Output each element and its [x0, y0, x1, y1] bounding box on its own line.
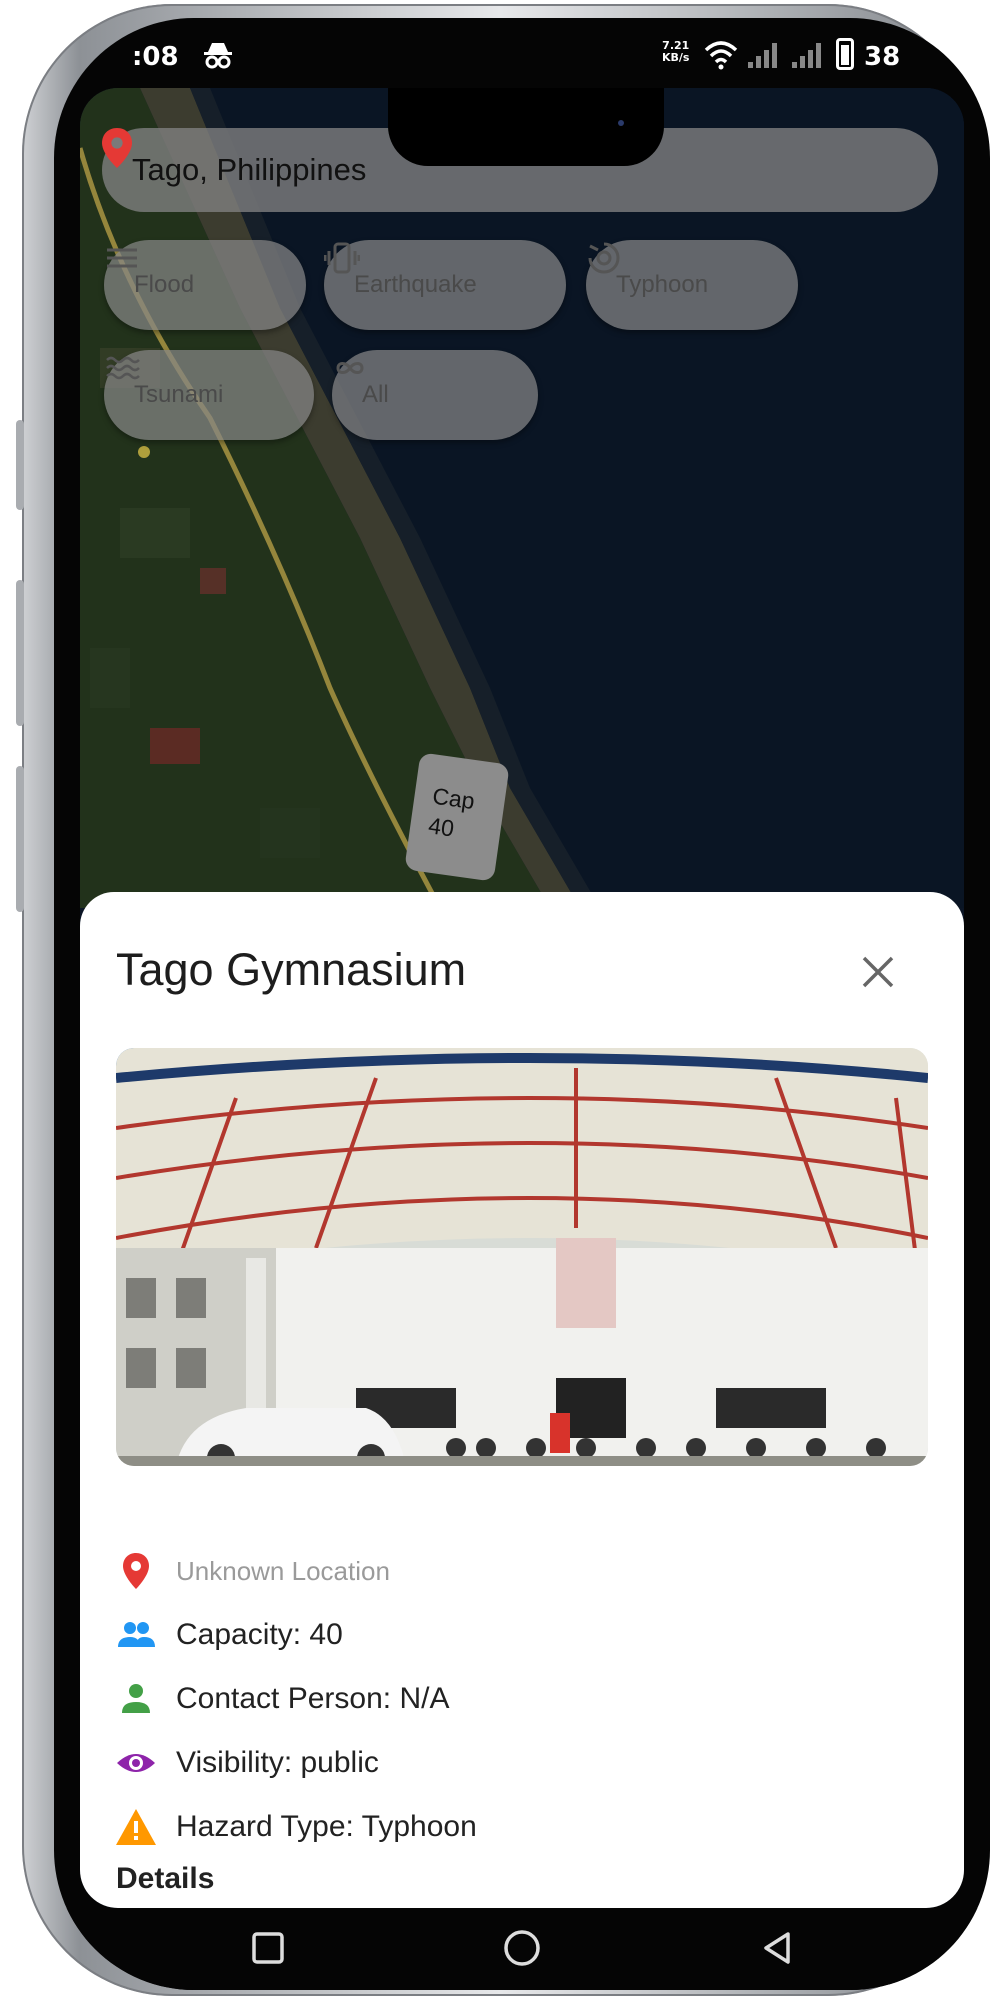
details-heading: Details — [116, 1862, 215, 1895]
capacity-text: Capacity: 40 — [176, 1618, 343, 1651]
satellite-map[interactable]: Tago, Philippines Flood Earthquake Typho… — [80, 88, 964, 908]
detail-visibility-row: Visibility: public — [114, 1738, 379, 1788]
filter-chip-typhoon[interactable]: Typhoon — [586, 240, 798, 330]
detail-capacity-row: Capacity: 40 — [114, 1610, 343, 1660]
signal-icon-2 — [792, 43, 821, 68]
location-detail-sheet: Tago Gymnasium Unknown Location Capacity… — [80, 892, 964, 1908]
close-icon[interactable] — [856, 950, 900, 994]
filter-chip-tsunami[interactable]: Tsunami — [104, 350, 314, 440]
recents-button-icon[interactable] — [246, 1926, 290, 1970]
location-pin-icon — [123, 1553, 149, 1589]
location-photo — [116, 1048, 928, 1466]
dynamic-island — [388, 88, 664, 166]
wifi-icon — [704, 41, 738, 70]
home-button-icon[interactable] — [500, 1926, 544, 1970]
volume-up-button — [16, 580, 24, 726]
contact-text: Contact Person: N/A — [176, 1682, 450, 1715]
eye-icon — [117, 1754, 155, 1772]
people-icon — [118, 1622, 155, 1647]
vibration-icon — [324, 242, 360, 274]
filter-chip-all[interactable]: All — [332, 350, 538, 440]
filter-chip-earthquake[interactable]: Earthquake — [324, 240, 566, 330]
app-screen: Tago, Philippines Flood Earthquake Typho… — [80, 88, 964, 1908]
person-icon — [122, 1684, 150, 1713]
action-button — [16, 420, 24, 510]
android-nav-bar — [54, 1908, 990, 1990]
hazard-text: Hazard Type: Typhoon — [176, 1810, 477, 1843]
status-time: :08 — [132, 42, 179, 72]
detail-hazard-row: Hazard Type: Typhoon — [114, 1802, 477, 1852]
visibility-text: Visibility: public — [176, 1746, 379, 1779]
phone-frame: :08 7.21 KB/s 38 Tago, Philippines Flood… — [16, 4, 990, 1996]
cyclone-icon — [588, 242, 620, 274]
filter-chip-label: Typhoon — [616, 271, 709, 298]
volume-down-button — [16, 766, 24, 912]
filter-chip-label: Flood — [134, 271, 195, 298]
filter-chip-label: Earthquake — [354, 271, 477, 298]
net-speed-unit: KB/s — [662, 51, 690, 64]
tsunami-icon — [106, 356, 140, 380]
incognito-icon — [204, 43, 232, 69]
gymnasium-photo — [116, 1048, 928, 1466]
location-pin-icon — [102, 128, 132, 168]
detail-contact-row: Contact Person: N/A — [114, 1674, 449, 1724]
net-speed: 7.21 KB/s — [662, 40, 689, 64]
filter-chip-flood[interactable]: Flood — [104, 240, 306, 330]
infinity-icon — [336, 362, 364, 374]
warning-icon — [116, 1809, 156, 1845]
status-bar: :08 7.21 KB/s 38 — [54, 18, 990, 94]
phone-bezel: :08 7.21 KB/s 38 Tago, Philippines Flood… — [54, 18, 990, 1990]
search-location-text: Tago, Philippines — [132, 152, 367, 187]
filter-chip-label: Tsunami — [134, 381, 224, 408]
waves-icon — [107, 248, 137, 268]
back-button-icon[interactable] — [754, 1926, 798, 1970]
evacuation-center-marker[interactable]: Cap 40 — [404, 752, 510, 882]
battery-percent: 38 — [864, 42, 901, 72]
location-text: Unknown Location — [176, 1555, 390, 1586]
battery-icon — [836, 38, 854, 70]
sheet-title: Tago Gymnasium — [116, 944, 467, 995]
camera-dot — [618, 120, 624, 126]
signal-icon — [748, 43, 777, 68]
detail-location-row: Unknown Location — [114, 1546, 390, 1596]
